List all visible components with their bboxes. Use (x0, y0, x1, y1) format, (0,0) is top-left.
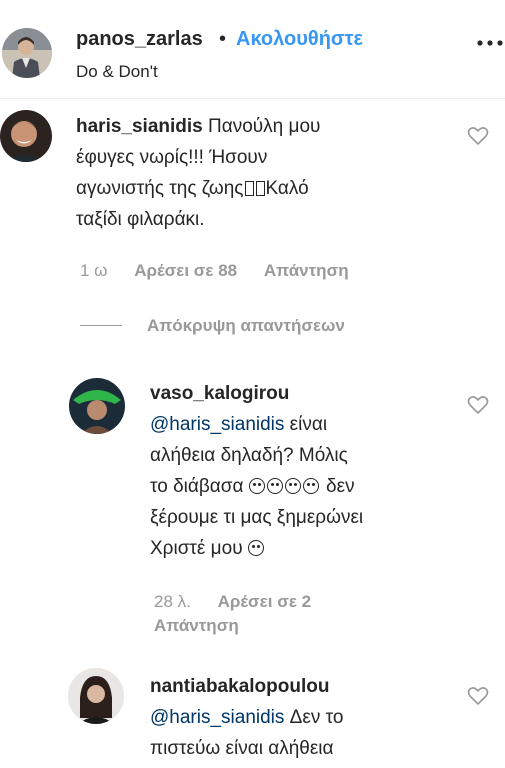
separator-dot: • (219, 28, 227, 50)
divider-line (80, 325, 122, 326)
more-options-icon[interactable] (475, 34, 505, 52)
reply-button[interactable]: Απάντηση (154, 616, 239, 635)
commenter-avatar[interactable] (68, 668, 124, 724)
reply-text-line: δεν (320, 476, 355, 497)
reply-meta: Απάντηση (154, 616, 261, 636)
comment-text-line: ταξίδι φιλαράκι. (76, 209, 205, 230)
comment-text-line: Καλό (265, 178, 309, 199)
comment-username[interactable]: haris_sianidis (76, 116, 203, 137)
sad-face-emoji-icon (302, 478, 319, 494)
post-header: panos_zarlas • Ακολουθήστε Do & Don't (0, 0, 505, 99)
heart-icon[interactable] (467, 126, 489, 146)
reply-text: nantiabakalopoulou @haris_sianidis Δεν τ… (150, 671, 470, 764)
hide-replies-button[interactable]: Απόκρυψη απαντήσεων (147, 316, 345, 336)
reply-username[interactable]: vaso_kalogirou (150, 383, 289, 404)
reply-likes[interactable]: Αρέσει σε 2 (218, 592, 311, 611)
comment-text: haris_sianidis Πανούλη μου έφυγες νωρίς!… (76, 111, 456, 235)
reply-text-line: Χριστέ μου (150, 538, 248, 559)
post-author-avatar[interactable] (2, 28, 52, 78)
mention-link[interactable]: @haris_sianidis (150, 707, 284, 728)
commenter-avatar[interactable] (69, 378, 125, 434)
comment-text-line: έφυγες νωρίς!!! Ήσουν (76, 147, 268, 168)
reply-time[interactable]: 28 λ. (154, 592, 191, 611)
mention-link[interactable]: @haris_sianidis (150, 414, 284, 435)
comment-likes[interactable]: Αρέσει σε 88 (134, 261, 237, 280)
sad-face-emoji-icon (266, 478, 283, 494)
reply-text-line: πιστεύω είναι αλήθεια (150, 738, 334, 759)
reply-text-line: ξέρουμε τι μας ξημερώνει (150, 507, 364, 528)
comment-text-line: αγωνιστής της ζωης (76, 178, 244, 199)
reply-text-line: Δεν το (284, 707, 344, 728)
follow-button[interactable]: Ακολουθήστε (236, 28, 363, 51)
reply-username[interactable]: nantiabakalopoulou (150, 676, 329, 697)
comment-time[interactable]: 1 ω (80, 261, 107, 280)
sad-face-emoji-icon (247, 540, 264, 556)
comment-meta: 1 ω Αρέσει σε 88 Απάντηση (80, 261, 371, 281)
sad-face-emoji-icon (248, 478, 265, 494)
comment-text-line: Πανούλη μου (208, 116, 321, 137)
reply-button[interactable]: Απάντηση (264, 261, 349, 280)
heart-icon[interactable] (467, 686, 489, 706)
heart-icon[interactable] (467, 395, 489, 415)
reply-meta: 28 λ. Αρέσει σε 2 (154, 592, 333, 612)
commenter-avatar[interactable] (0, 110, 52, 162)
post-location[interactable]: Do & Don't (76, 62, 158, 82)
missing-glyph-icon (245, 181, 255, 196)
post-author-username[interactable]: panos_zarlas (76, 28, 203, 51)
reply-text: vaso_kalogirou @haris_sianidis είναι αλή… (150, 378, 450, 564)
reply-text-line: αλήθεια δηλαδή? Μόλις (150, 445, 348, 466)
reply-text-line: είναι (284, 414, 328, 435)
sad-face-emoji-icon (284, 478, 301, 494)
reply-text-line: το διάβασα (150, 476, 249, 497)
